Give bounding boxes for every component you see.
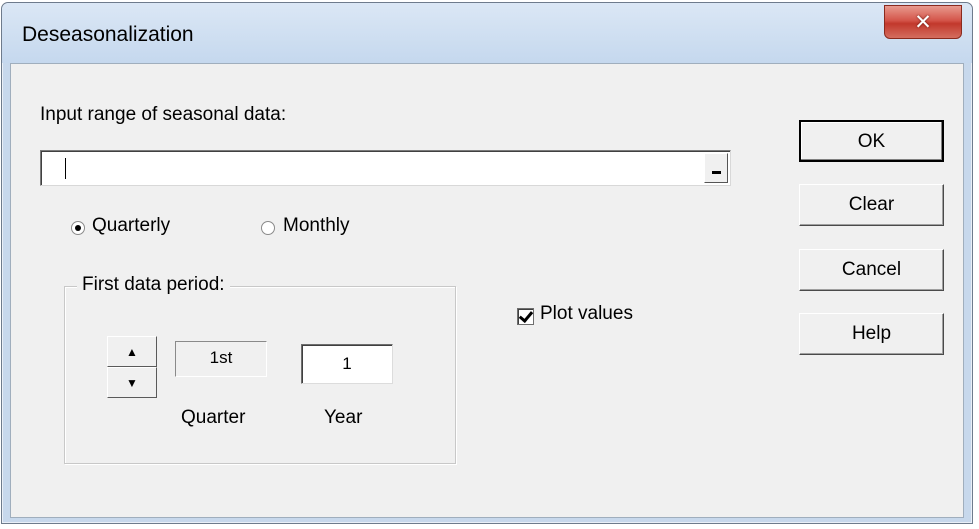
window-title: Deseasonalization xyxy=(22,23,194,46)
input-range-label: Input range of seasonal data: xyxy=(40,104,287,125)
year-input[interactable]: 1 xyxy=(301,344,393,384)
dialog-body: Input range of seasonal data: Quarterly … xyxy=(10,63,964,518)
arrow-down-icon: ▼ xyxy=(126,375,138,390)
text-cursor xyxy=(65,158,66,179)
first-data-period-label: First data period: xyxy=(77,274,230,296)
ok-button[interactable]: OK xyxy=(799,120,944,162)
range-select-button[interactable] xyxy=(704,153,728,183)
clear-button[interactable]: Clear xyxy=(799,184,944,226)
spin-up-button[interactable]: ▲ xyxy=(107,336,157,367)
dialog-window: Deseasonalization ✕ Input range of seaso… xyxy=(1,2,973,524)
plot-values-label[interactable]: Plot values xyxy=(540,303,633,325)
quarter-display: 1st xyxy=(175,341,267,377)
plot-values-check-indicator[interactable] xyxy=(517,308,534,325)
cancel-button[interactable]: Cancel xyxy=(799,249,944,291)
spin-down-button[interactable]: ▼ xyxy=(107,367,157,398)
radio-quarterly-label[interactable]: Quarterly xyxy=(92,215,170,237)
year-label: Year xyxy=(324,407,363,428)
quarter-label: Quarter xyxy=(181,407,246,428)
input-range-field[interactable] xyxy=(40,150,731,186)
close-button[interactable]: ✕ xyxy=(884,5,962,39)
title-bar[interactable]: Deseasonalization ✕ xyxy=(2,3,972,63)
radio-quarterly-indicator[interactable] xyxy=(71,221,85,235)
radio-monthly-label[interactable]: Monthly xyxy=(283,215,350,237)
arrow-up-icon: ▲ xyxy=(126,344,138,359)
close-icon: ✕ xyxy=(914,10,932,34)
quarter-spinner[interactable]: ▲ ▼ xyxy=(107,336,157,398)
help-button[interactable]: Help xyxy=(799,313,944,355)
radio-monthly-indicator[interactable] xyxy=(261,221,275,235)
